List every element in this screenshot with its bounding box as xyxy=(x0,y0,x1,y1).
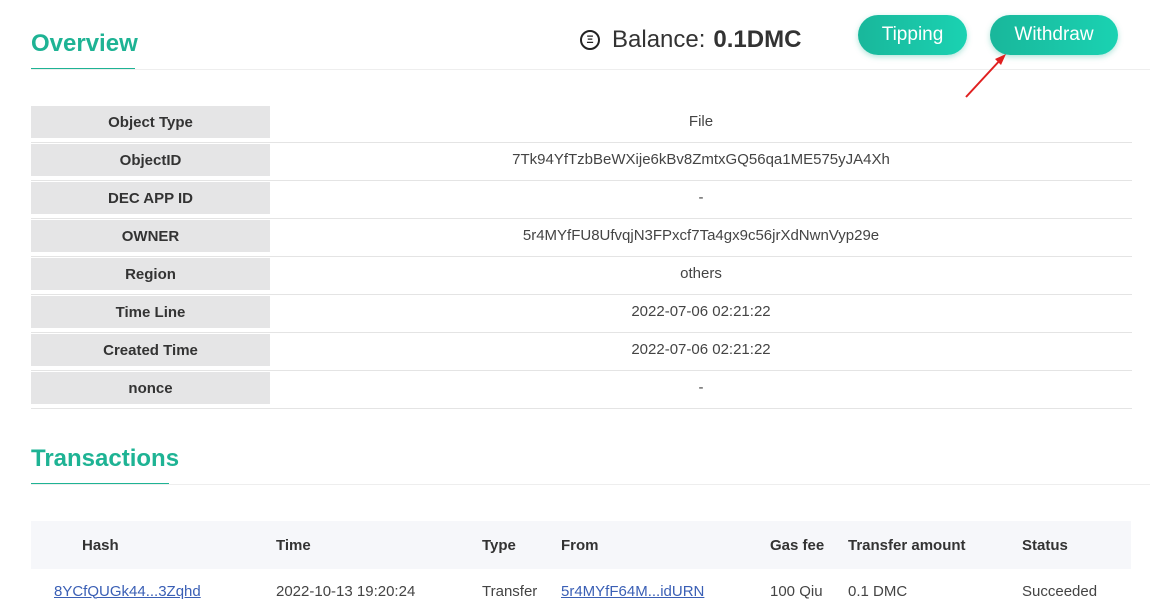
overview-key: ObjectID xyxy=(31,144,270,176)
overview-row-object-type: Object Type File xyxy=(31,105,1132,143)
transaction-amount: 0.1 DMC xyxy=(848,582,908,600)
transaction-gas-fee: 100 Qiu xyxy=(770,582,823,600)
transactions-title: Transactions xyxy=(31,445,180,472)
red-arrow-annotation-icon xyxy=(965,54,1006,98)
header-transfer-amount: Transfer amount xyxy=(848,536,966,554)
overview-row-nonce: nonce - xyxy=(31,371,1132,409)
balance-amount: 0.1DMC xyxy=(713,26,802,53)
dmc-coin-icon: Ξ xyxy=(580,30,600,50)
transactions-table: Hash Time Type From Gas fee Transfer amo… xyxy=(31,521,1131,613)
overview-value: 2022-07-06 02:21:22 xyxy=(631,303,771,320)
balance-label: Balance: xyxy=(612,26,706,53)
header-gas-fee: Gas fee xyxy=(770,536,825,554)
overview-row-object-id: ObjectID 7Tk94YfTzbBeWXije6kBv8ZmtxGQ56q… xyxy=(31,143,1132,181)
from-cell: 5r4MYfF64M...idURN xyxy=(561,569,704,613)
table-row: 8YCfQUGk44...3Zqhd 2022-10-13 19:20:24 T… xyxy=(31,569,1131,613)
overview-value: 5r4MYfFU8UfvqjN3FPxcf7Ta4gx9c56jrXdNwnVy… xyxy=(522,227,880,244)
hash-cell: 8YCfQUGk44...3Zqhd xyxy=(54,569,201,613)
overview-value: 2022-07-06 02:21:22 xyxy=(631,341,771,358)
withdraw-button[interactable]: Withdraw xyxy=(990,15,1118,55)
transaction-hash-link[interactable]: 8YCfQUGk44...3Zqhd xyxy=(54,583,201,600)
overview-key: Region xyxy=(31,258,270,290)
transaction-time: 2022-10-13 19:20:24 xyxy=(276,582,416,600)
header-hash: Hash xyxy=(82,536,119,554)
overview-row-region: Region others xyxy=(31,257,1132,295)
overview-key: Object Type xyxy=(31,106,270,138)
header-type: Type xyxy=(482,536,516,554)
overview-row-time-line: Time Line 2022-07-06 02:21:22 xyxy=(31,295,1132,333)
overview-key: Time Line xyxy=(31,296,270,328)
overview-value: - xyxy=(698,379,704,396)
overview-key: Created Time xyxy=(31,334,270,366)
overview-key: DEC APP ID xyxy=(31,182,270,214)
overview-row-owner: OWNER 5r4MYfFU8UfvqjN3FPxcf7Ta4gx9c56jrX… xyxy=(31,219,1132,257)
overview-key: OWNER xyxy=(31,220,270,252)
transactions-table-header: Hash Time Type From Gas fee Transfer amo… xyxy=(31,521,1131,569)
overview-value: others xyxy=(680,265,722,282)
header-from: From xyxy=(561,536,599,554)
overview-title: Overview xyxy=(31,30,138,57)
overview-table: Object Type File ObjectID 7Tk94YfTzbBeWX… xyxy=(31,105,1132,409)
overview-key: nonce xyxy=(31,372,270,404)
overview-value: File xyxy=(688,113,714,130)
overview-value: 7Tk94YfTzbBeWXije6kBv8ZmtxGQ56qa1ME575yJ… xyxy=(512,151,890,168)
balance-display: Ξ Balance: 0.1DMC xyxy=(580,26,801,54)
overview-value: - xyxy=(698,189,704,206)
header-status: Status xyxy=(1022,536,1068,554)
overview-row-dec-app-id: DEC APP ID - xyxy=(31,181,1132,219)
transaction-type: Transfer xyxy=(482,582,538,600)
from-address-link[interactable]: 5r4MYfF64M...idURN xyxy=(561,583,704,600)
transactions-divider xyxy=(31,484,1150,485)
overview-row-created-time: Created Time 2022-07-06 02:21:22 xyxy=(31,333,1132,371)
header-time: Time xyxy=(276,536,311,554)
transaction-status: Succeeded xyxy=(1022,582,1098,600)
tipping-button[interactable]: Tipping xyxy=(858,15,967,55)
